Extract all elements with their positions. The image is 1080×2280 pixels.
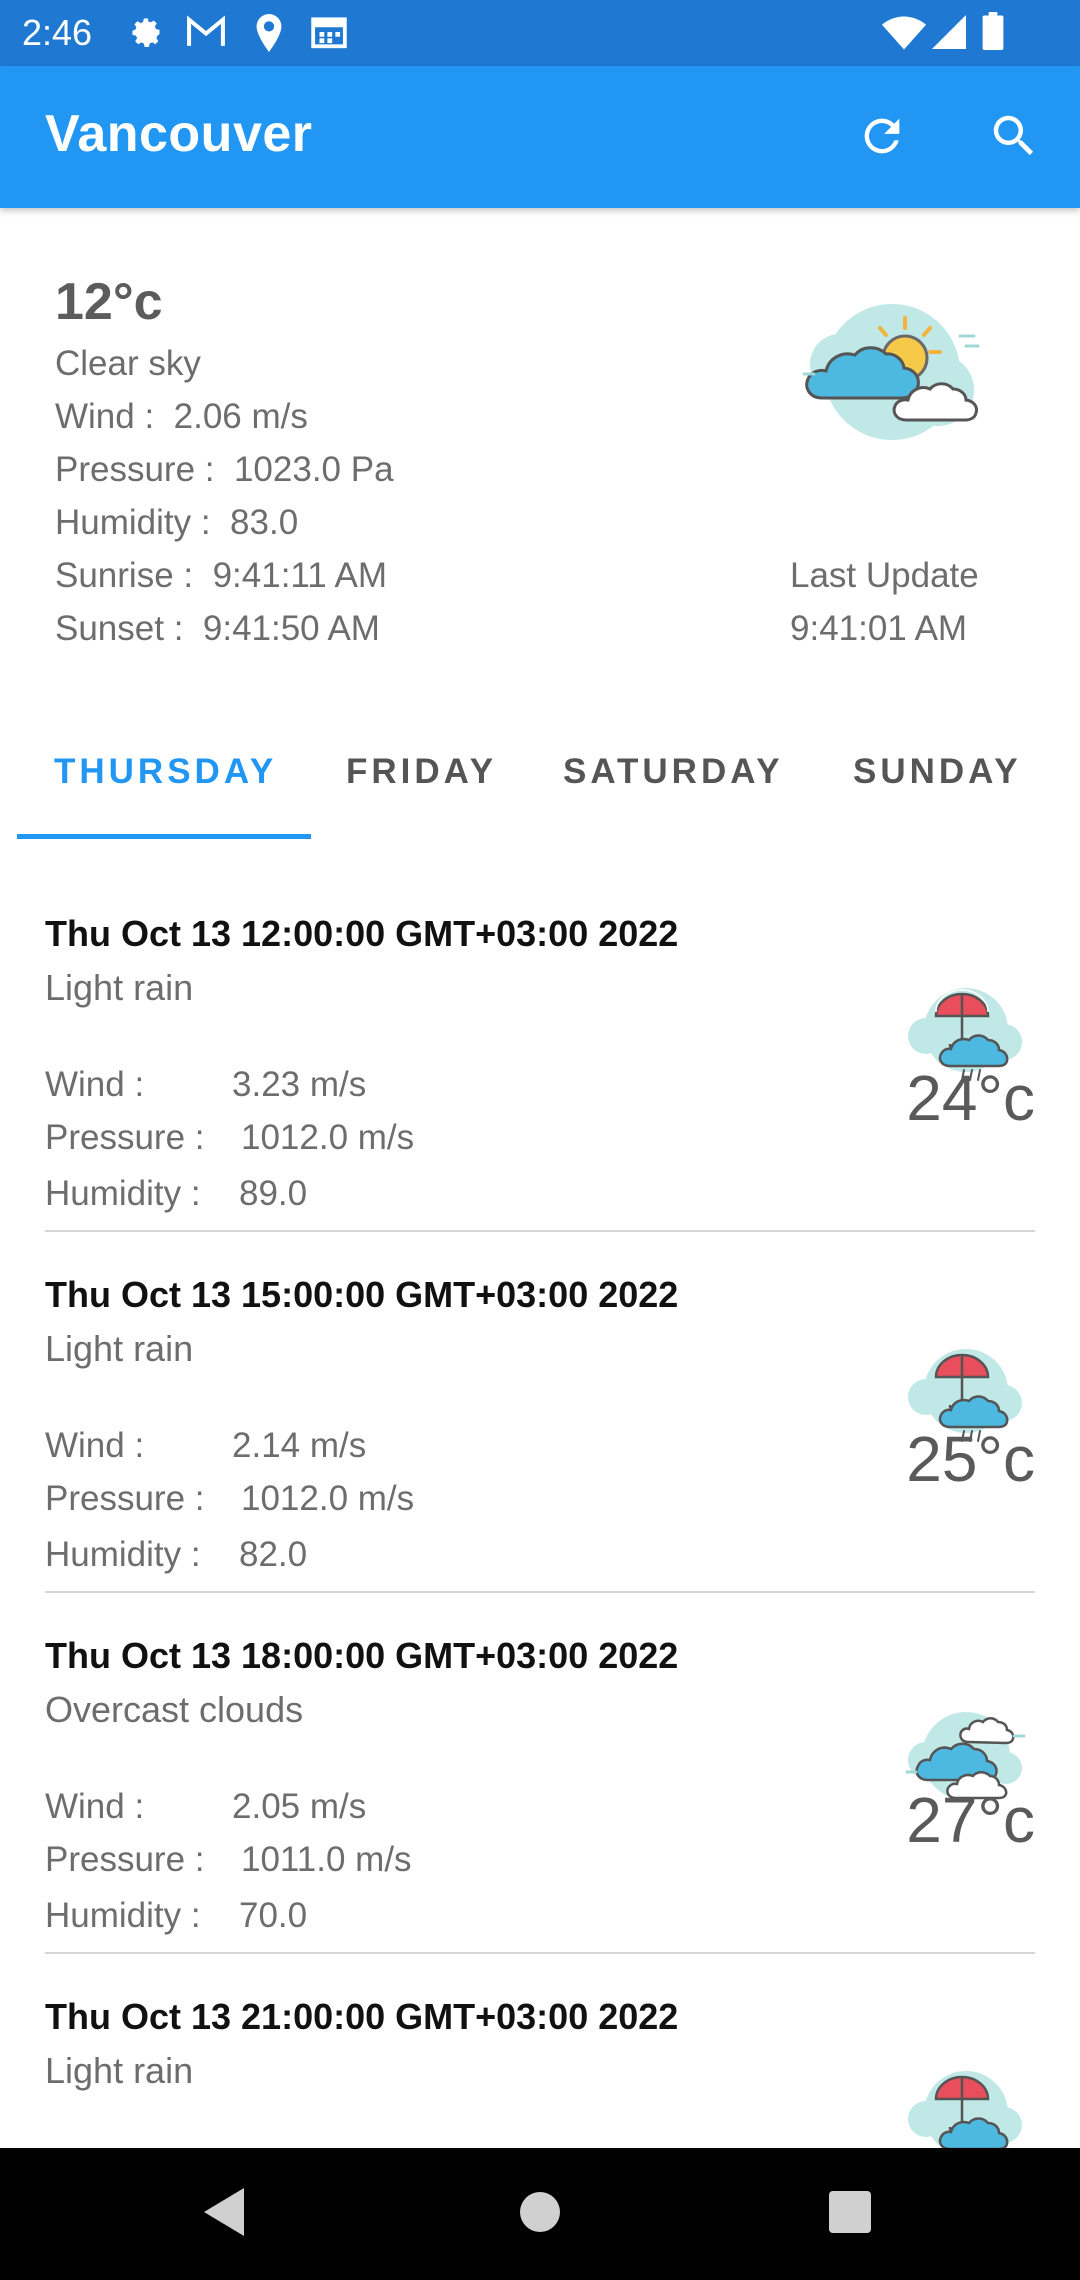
wind-value: 3.23 m/s: [232, 1065, 367, 1104]
humidity-label: Humidity :: [55, 503, 231, 542]
refresh-button[interactable]: [844, 100, 920, 176]
status-bar: 2:46: [0, 0, 1080, 66]
current-weather-card: 12°c Clear sky Wind : 2.06 m/s Pressure …: [0, 208, 1080, 698]
forecast-item[interactable]: Thu Oct 13 15:00:00 GMT+03:00 2022 Light…: [0, 1231, 1080, 1593]
wind-label: Wind :: [45, 1426, 145, 1465]
gmail-icon: [186, 14, 226, 55]
forecast-item[interactable]: Thu Oct 13 21:00:00 GMT+03:00 2022 Light…: [0, 1953, 1080, 2148]
wind-label: Wind :: [45, 1065, 145, 1104]
day-tabs: THURSDAY FRIDAY SATURDAY SUNDAY: [0, 722, 1080, 842]
settings-icon: [128, 14, 164, 55]
forecast-description: Light rain: [45, 2050, 194, 2091]
sunrise-label: Sunrise :: [55, 556, 213, 595]
forecast-description: Overcast clouds: [45, 1689, 304, 1730]
location-icon: [254, 14, 284, 57]
refresh-icon: [856, 110, 908, 167]
forecast-temperature: 27°c: [906, 1784, 1035, 1856]
current-description: Clear sky: [55, 344, 201, 383]
partly-cloudy-sun-icon: [800, 290, 990, 465]
current-sunset: Sunset : 9:41:50 AM: [55, 607, 380, 651]
wind-label: Wind :: [45, 1787, 145, 1826]
humidity-value: 82.0: [239, 1535, 308, 1574]
humidity-value: 83.0: [230, 503, 299, 542]
back-button[interactable]: [190, 2178, 262, 2250]
forecast-datetime: Thu Oct 13 12:00:00 GMT+03:00 2022: [45, 913, 679, 954]
forecast-wind: Wind : 2.05 m/s: [45, 1785, 366, 1829]
wind-label: Wind :: [55, 397, 174, 436]
tab-friday[interactable]: FRIDAY: [346, 752, 497, 792]
forecast-pressure: Pressure : 1012.0 m/s: [45, 1477, 414, 1521]
forecast-description: Light rain: [45, 1328, 194, 1369]
sunset-value: 9:41:50 AM: [202, 609, 380, 648]
pressure-value: 1011.0 m/s: [241, 1840, 412, 1879]
last-update-value: 9:41:01 AM: [790, 609, 968, 648]
system-nav-bar: [0, 2148, 1080, 2280]
page-title: Vancouver: [45, 105, 313, 163]
forecast-datetime: Thu Oct 13 21:00:00 GMT+03:00 2022: [45, 1996, 679, 2037]
pressure-label: Pressure :: [55, 450, 234, 489]
tab-saturday[interactable]: SATURDAY: [563, 752, 784, 792]
pressure-value: 1012.0 m/s: [241, 1479, 415, 1518]
app-bar: Vancouver: [0, 66, 1080, 208]
recents-button[interactable]: [814, 2178, 886, 2250]
wind-value: 2.05 m/s: [232, 1787, 367, 1826]
forecast-wind: Wind : 2.14 m/s: [45, 1424, 366, 1468]
sunrise-value: 9:41:11 AM: [212, 556, 388, 595]
status-time: 2:46: [22, 12, 93, 53]
forecast-pressure: Pressure : 1012.0 m/s: [45, 1116, 414, 1160]
tab-sunday[interactable]: SUNDAY: [853, 752, 1022, 792]
pressure-value: 1023.0 Pa: [233, 450, 394, 489]
tab-indicator: [17, 834, 311, 839]
last-update-label: Last Update: [790, 556, 979, 595]
humidity-value: 89.0: [239, 1174, 308, 1213]
forecast-item[interactable]: Thu Oct 13 18:00:00 GMT+03:00 2022 Overc…: [0, 1592, 1080, 1954]
pressure-label: Pressure :: [45, 1479, 205, 1518]
wifi-icon: [882, 16, 926, 55]
forecast-humidity: Humidity : 82.0: [45, 1533, 307, 1577]
humidity-value: 70.0: [239, 1896, 308, 1935]
current-wind: Wind : 2.06 m/s: [55, 395, 308, 439]
current-humidity: Humidity : 83.0: [55, 501, 298, 545]
humidity-label: Humidity :: [45, 1896, 201, 1935]
pressure-value: 1012.0 m/s: [241, 1118, 415, 1157]
search-icon: [987, 109, 1041, 168]
wind-value: 2.14 m/s: [232, 1426, 367, 1465]
forecast-list[interactable]: Thu Oct 13 12:00:00 GMT+03:00 2022 Light…: [0, 870, 1080, 2148]
forecast-wind: Wind : 3.23 m/s: [45, 1063, 366, 1107]
forecast-description: Light rain: [45, 967, 194, 1008]
home-button[interactable]: [504, 2178, 576, 2250]
battery-icon: [982, 12, 1004, 55]
forecast-item[interactable]: Thu Oct 13 12:00:00 GMT+03:00 2022 Light…: [0, 870, 1080, 1232]
calendar-icon: [310, 14, 348, 55]
forecast-humidity: Humidity : 70.0: [45, 1894, 307, 1938]
current-temperature: 12°c: [55, 273, 163, 331]
recents-icon: [829, 2190, 871, 2238]
wind-value: 2.06 m/s: [173, 397, 308, 436]
forecast-temperature: 24°c: [906, 1062, 1035, 1134]
forecast-pressure: Pressure : 1011.0 m/s: [45, 1838, 412, 1882]
tab-thursday[interactable]: THURSDAY: [54, 752, 277, 792]
forecast-temperature: 25°c: [906, 1423, 1035, 1495]
forecast-humidity: Humidity : 89.0: [45, 1172, 307, 1216]
pressure-label: Pressure :: [45, 1118, 205, 1157]
pressure-label: Pressure :: [45, 1840, 205, 1879]
forecast-datetime: Thu Oct 13 18:00:00 GMT+03:00 2022: [45, 1635, 679, 1676]
humidity-label: Humidity :: [45, 1535, 201, 1574]
search-button[interactable]: [976, 100, 1052, 176]
current-sunrise: Sunrise : 9:41:11 AM: [55, 554, 387, 598]
signal-icon: [932, 14, 966, 55]
back-icon: [204, 2187, 248, 2241]
home-icon: [518, 2190, 562, 2239]
rain-umbrella-icon: [906, 2063, 1028, 2148]
current-pressure: Pressure : 1023.0 Pa: [55, 448, 394, 492]
forecast-datetime: Thu Oct 13 15:00:00 GMT+03:00 2022: [45, 1274, 679, 1315]
sunset-label: Sunset :: [55, 609, 203, 648]
humidity-label: Humidity :: [45, 1174, 201, 1213]
